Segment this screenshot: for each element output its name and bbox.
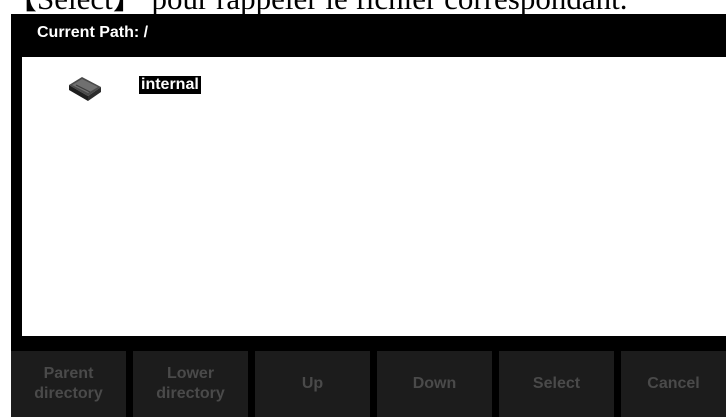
lower-directory-button[interactable]: Lower directory xyxy=(133,351,248,417)
parent-directory-button[interactable]: Parent directory xyxy=(11,351,126,417)
softkey-bar: Parent directory Lower directory Up Down… xyxy=(11,351,726,417)
up-button[interactable]: Up xyxy=(255,351,370,417)
file-name-label: internal xyxy=(139,76,201,94)
down-button[interactable]: Down xyxy=(377,351,492,417)
current-path-label: Current Path: / xyxy=(37,24,149,41)
softkey-label-line2: directory xyxy=(156,385,225,402)
title-bar: Current Path: / xyxy=(11,14,726,54)
storage-drive-icon xyxy=(67,71,109,105)
softkey-label-line1: Parent xyxy=(43,365,94,382)
softkey-label-line1: Lower xyxy=(166,365,215,382)
softkey-label: Up xyxy=(301,375,324,392)
select-button[interactable]: Select xyxy=(499,351,614,417)
softkey-label-line2: directory xyxy=(34,385,103,402)
softkey-label: Cancel xyxy=(647,375,700,392)
softkey-label: Select xyxy=(532,375,581,392)
file-browser-screen: Current Path: / internal Parent director… xyxy=(11,14,726,417)
softkey-label: Down xyxy=(412,375,457,392)
file-list-item[interactable]: internal xyxy=(67,71,267,105)
file-list-panel: internal xyxy=(22,57,726,336)
document-caption-text: 【Select】 pour rappeler le fichier corres… xyxy=(6,0,726,14)
cancel-button[interactable]: Cancel xyxy=(621,351,726,417)
